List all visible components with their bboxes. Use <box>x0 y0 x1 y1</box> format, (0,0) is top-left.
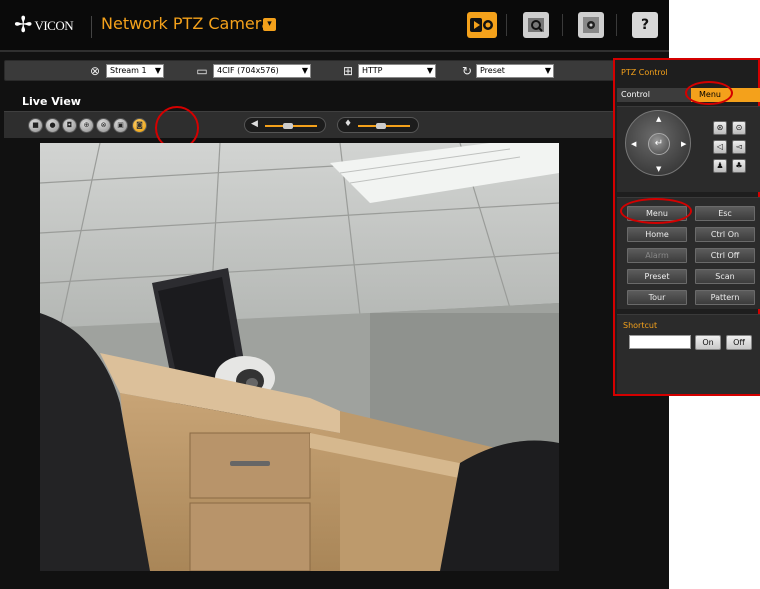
tour-button[interactable]: Tour <box>627 290 687 305</box>
pan-right-icon[interactable]: ▶ <box>681 140 686 148</box>
chevron-down-icon: ▼ <box>154 66 161 75</box>
separator <box>506 14 507 36</box>
stream-icon: ⊗ <box>89 64 101 78</box>
help-icon: ? <box>640 17 650 33</box>
highlight-ring <box>685 81 733 105</box>
zoom-in-icon[interactable]: ⊕ <box>79 118 94 133</box>
resolution-select[interactable]: 4CIF (704x576) ▼ <box>213 64 311 78</box>
separator <box>562 14 563 36</box>
preset-select[interactable]: Preset ▼ <box>476 64 554 78</box>
video-margin <box>0 143 40 571</box>
setup-icon <box>583 17 599 33</box>
chevron-down-icon: ▼ <box>301 66 308 75</box>
pattern-button[interactable]: Pattern <box>695 290 755 305</box>
protocol-select[interactable]: HTTP ▼ <box>358 64 436 78</box>
stream-select[interactable]: Stream 1 ▼ <box>106 64 164 78</box>
camera-icon[interactable]: ◘ <box>62 118 77 133</box>
live-view-label: Live View <box>22 95 81 108</box>
window-icon[interactable]: ▣ <box>113 118 128 133</box>
vicon-star-icon: ✢ <box>14 13 33 38</box>
pan-left-icon[interactable]: ◀ <box>631 140 636 148</box>
preset-select-value: Preset <box>480 66 505 75</box>
scan-button[interactable]: Scan <box>695 269 755 284</box>
slider-handle[interactable] <box>376 123 386 129</box>
zoom-in-icon[interactable]: ◅ <box>732 140 746 154</box>
alarm-button[interactable]: Alarm <box>627 248 687 263</box>
stream-select-value: Stream 1 <box>110 66 147 75</box>
ctrl-on-button[interactable]: Ctrl On <box>695 227 755 242</box>
live-view-icon <box>470 18 493 32</box>
camera-scene-image <box>40 143 559 571</box>
enter-icon[interactable]: ↵ <box>648 133 670 155</box>
pan-up-icon[interactable]: ▲ <box>656 115 661 123</box>
microphone-slider[interactable]: ♦ <box>337 117 419 133</box>
resolution-select-value: 4CIF (704x576) <box>217 66 279 75</box>
separator <box>616 14 617 36</box>
person-icon[interactable]: ♟ <box>713 159 727 173</box>
setup-button[interactable] <box>578 12 604 38</box>
shortcut-input[interactable] <box>629 335 691 349</box>
direction-pad[interactable]: ▲ ▼ ◀ ▶ ↵ <box>625 110 691 176</box>
brand-text: VICON <box>34 18 74 33</box>
live-view-button[interactable] <box>467 12 497 38</box>
microphone-icon: ♦ <box>344 119 353 129</box>
live-view-toolbar: ■ ● ◘ ⊕ ⊗ ▣ ◙ ◀ ♦ <box>4 111 664 138</box>
preset-icon: ↻ <box>461 64 473 78</box>
title-dropdown-icon[interactable]: ▾ <box>263 18 276 31</box>
shortcut-off-button[interactable]: Off <box>726 335 752 350</box>
camera-video-feed[interactable] <box>40 143 559 571</box>
ptz-control-panel: PTZ Control Control Menu ▲ ▼ ◀ ▶ ↵ ⊛ ⊙ ◁… <box>613 58 760 396</box>
speaker-icon: ◀ <box>251 119 258 129</box>
record-icon[interactable]: ● <box>45 118 60 133</box>
stream-settings-bar: ⊗ Stream 1 ▼ ▭ 4CIF (704x576) ▼ ⊞ HTTP ▼ ↻ … <box>4 60 664 81</box>
chevron-down-icon: ▼ <box>426 66 433 75</box>
tab-control[interactable]: Control <box>621 90 650 99</box>
zoom-out-icon[interactable]: ◁ <box>713 140 727 154</box>
playback-button[interactable] <box>523 12 549 38</box>
digital-zoom-icon[interactable]: ◙ <box>132 118 147 133</box>
preset-button[interactable]: Preset <box>627 269 687 284</box>
ptz-direction-area: ▲ ▼ ◀ ▶ ↵ ⊛ ⊙ ◁ ◅ ♟ ♣ <box>617 106 760 192</box>
protocol-select-value: HTTP <box>362 66 383 75</box>
page-title: Network PTZ Camera <box>101 14 272 33</box>
shortcut-on-button[interactable]: On <box>695 335 721 350</box>
page: ✢ VICON Network PTZ Camera ▾ ? ⊗ Stream … <box>0 0 760 589</box>
chevron-down-icon: ▼ <box>544 66 551 75</box>
playback-search-icon <box>528 18 544 32</box>
blank-area <box>669 0 760 58</box>
fullscreen-icon[interactable]: ⊗ <box>96 118 111 133</box>
highlight-ring <box>620 198 692 224</box>
home-button[interactable]: Home <box>627 227 687 242</box>
volume-slider[interactable]: ◀ <box>244 117 326 133</box>
separator <box>91 16 92 38</box>
network-icon: ⊞ <box>342 64 354 78</box>
shortcut-label: Shortcut <box>623 321 658 330</box>
snapshot-icon[interactable]: ■ <box>28 118 43 133</box>
ctrl-off-button[interactable]: Ctrl Off <box>695 248 755 263</box>
iris-icon[interactable]: ⊙ <box>732 121 746 135</box>
help-button[interactable]: ? <box>632 12 658 38</box>
focus-icon[interactable]: ⊛ <box>713 121 727 135</box>
slider-handle[interactable] <box>283 123 293 129</box>
esc-button[interactable]: Esc <box>695 206 755 221</box>
monitor-icon: ▭ <box>196 64 208 78</box>
brand-logo: ✢ VICON <box>14 12 90 40</box>
shortcut-section: Shortcut On Off <box>617 314 760 394</box>
group-icon[interactable]: ♣ <box>732 159 746 173</box>
top-bar: ✢ VICON Network PTZ Camera ▾ ? <box>0 0 669 52</box>
pan-down-icon[interactable]: ▼ <box>656 165 661 173</box>
ptz-panel-title: PTZ Control <box>621 68 668 77</box>
